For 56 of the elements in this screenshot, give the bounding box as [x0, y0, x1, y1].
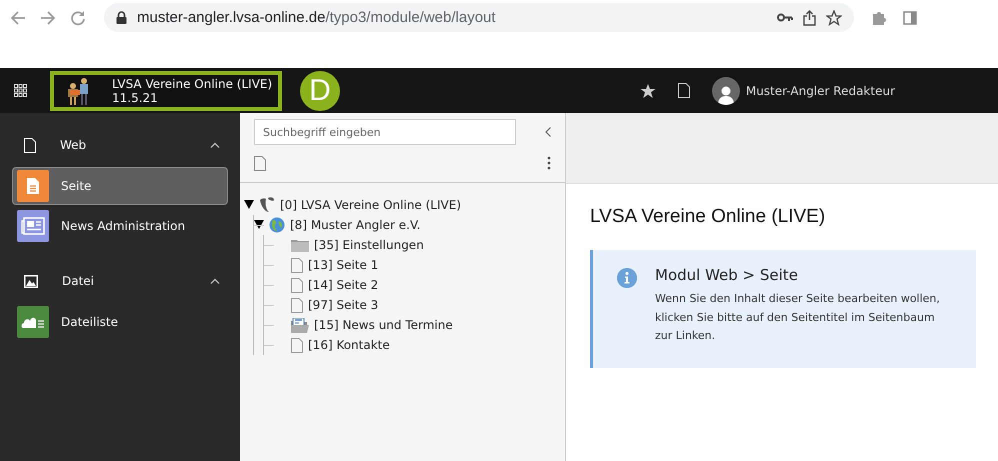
- page-icon: [291, 338, 303, 352]
- page-icon: [291, 278, 303, 292]
- tree-item[interactable]: [35] Einstellungen: [314, 238, 424, 252]
- back-icon[interactable]: [10, 10, 26, 26]
- info-icon: [617, 268, 637, 288]
- page-icon: [24, 138, 36, 152]
- logo-icon: [259, 197, 275, 213]
- collapse-icon[interactable]: [244, 198, 254, 212]
- site-name: LVSA Vereine Online (LIVE): [112, 76, 272, 90]
- tree-item[interactable]: [14] Seite 2: [308, 278, 378, 292]
- tree-item[interactable]: [15] News und Termine: [314, 318, 453, 332]
- puzzle-icon[interactable]: [872, 10, 887, 25]
- url-path: /typo3/module/web/layout: [325, 9, 496, 26]
- share-icon[interactable]: [803, 10, 816, 26]
- tree-item[interactable]: [16] Kontakte: [308, 338, 390, 352]
- module-group[interactable]: Web: [60, 138, 186, 152]
- star-outline-icon[interactable]: [826, 10, 842, 26]
- star-icon[interactable]: [640, 82, 656, 98]
- apps-grid-icon[interactable]: [14, 84, 26, 97]
- tree-item[interactable]: [13] Seite 1: [308, 258, 378, 272]
- environment-badge: D: [300, 70, 340, 110]
- callout-title: Modul Web > Seite: [655, 266, 799, 284]
- news-folder-icon: [291, 318, 309, 332]
- more-icon[interactable]: [547, 156, 551, 170]
- folder-icon: [291, 238, 309, 252]
- collapse-panel-icon[interactable]: [545, 127, 551, 137]
- reload-icon[interactable]: [70, 10, 86, 26]
- callout-text: Wenn Sie den Inhalt dieser Seite bearbeiten wollen, klicken Sie bitte auf den Seitentitel im Seitenbaum zur Linken.: [655, 291, 941, 344]
- tree-item[interactable]: [97] Seite 3: [308, 298, 378, 312]
- globe-icon: [269, 217, 285, 233]
- chevron-up-icon[interactable]: [210, 278, 220, 284]
- page-title: LVSA Vereine Online (LIVE): [590, 206, 826, 228]
- url-host: muster-angler.lvsa-online.de: [137, 9, 326, 26]
- lock-icon: [116, 11, 127, 24]
- page-icon: [291, 258, 303, 272]
- tree-item[interactable]: [8] Muster Angler e.V.: [290, 218, 420, 232]
- site-switcher[interactable]: LVSA Vereine Online (LIVE) 11.5.21: [50, 70, 282, 110]
- new-page-icon[interactable]: [254, 156, 266, 170]
- user-menu[interactable]: Muster-Angler Redakteur: [712, 76, 895, 104]
- search-field[interactable]: Suchbegriff eingeben: [254, 119, 516, 145]
- forward-icon[interactable]: [40, 10, 56, 26]
- chevron-up-icon[interactable]: [210, 142, 220, 148]
- module-item[interactable]: Seite: [12, 167, 228, 205]
- version-number: 11.5.21: [112, 90, 159, 104]
- module-item[interactable]: Dateiliste: [12, 303, 228, 341]
- avatar-icon: [712, 76, 740, 104]
- module-item[interactable]: News Administration: [12, 207, 228, 245]
- page-icon[interactable]: [678, 83, 690, 98]
- module-group[interactable]: Datei: [62, 274, 186, 288]
- page-icon: [291, 298, 303, 312]
- collapse-icon[interactable]: [254, 218, 264, 232]
- key-icon[interactable]: [777, 13, 793, 22]
- image-icon: [24, 274, 38, 288]
- tree-item[interactable]: [0] LVSA Vereine Online (LIVE): [280, 198, 462, 212]
- side-panel-icon[interactable]: [903, 10, 917, 24]
- address-bar[interactable]: muster-angler.lvsa-online.de/typo3/module/web/layout: [104, 3, 854, 32]
